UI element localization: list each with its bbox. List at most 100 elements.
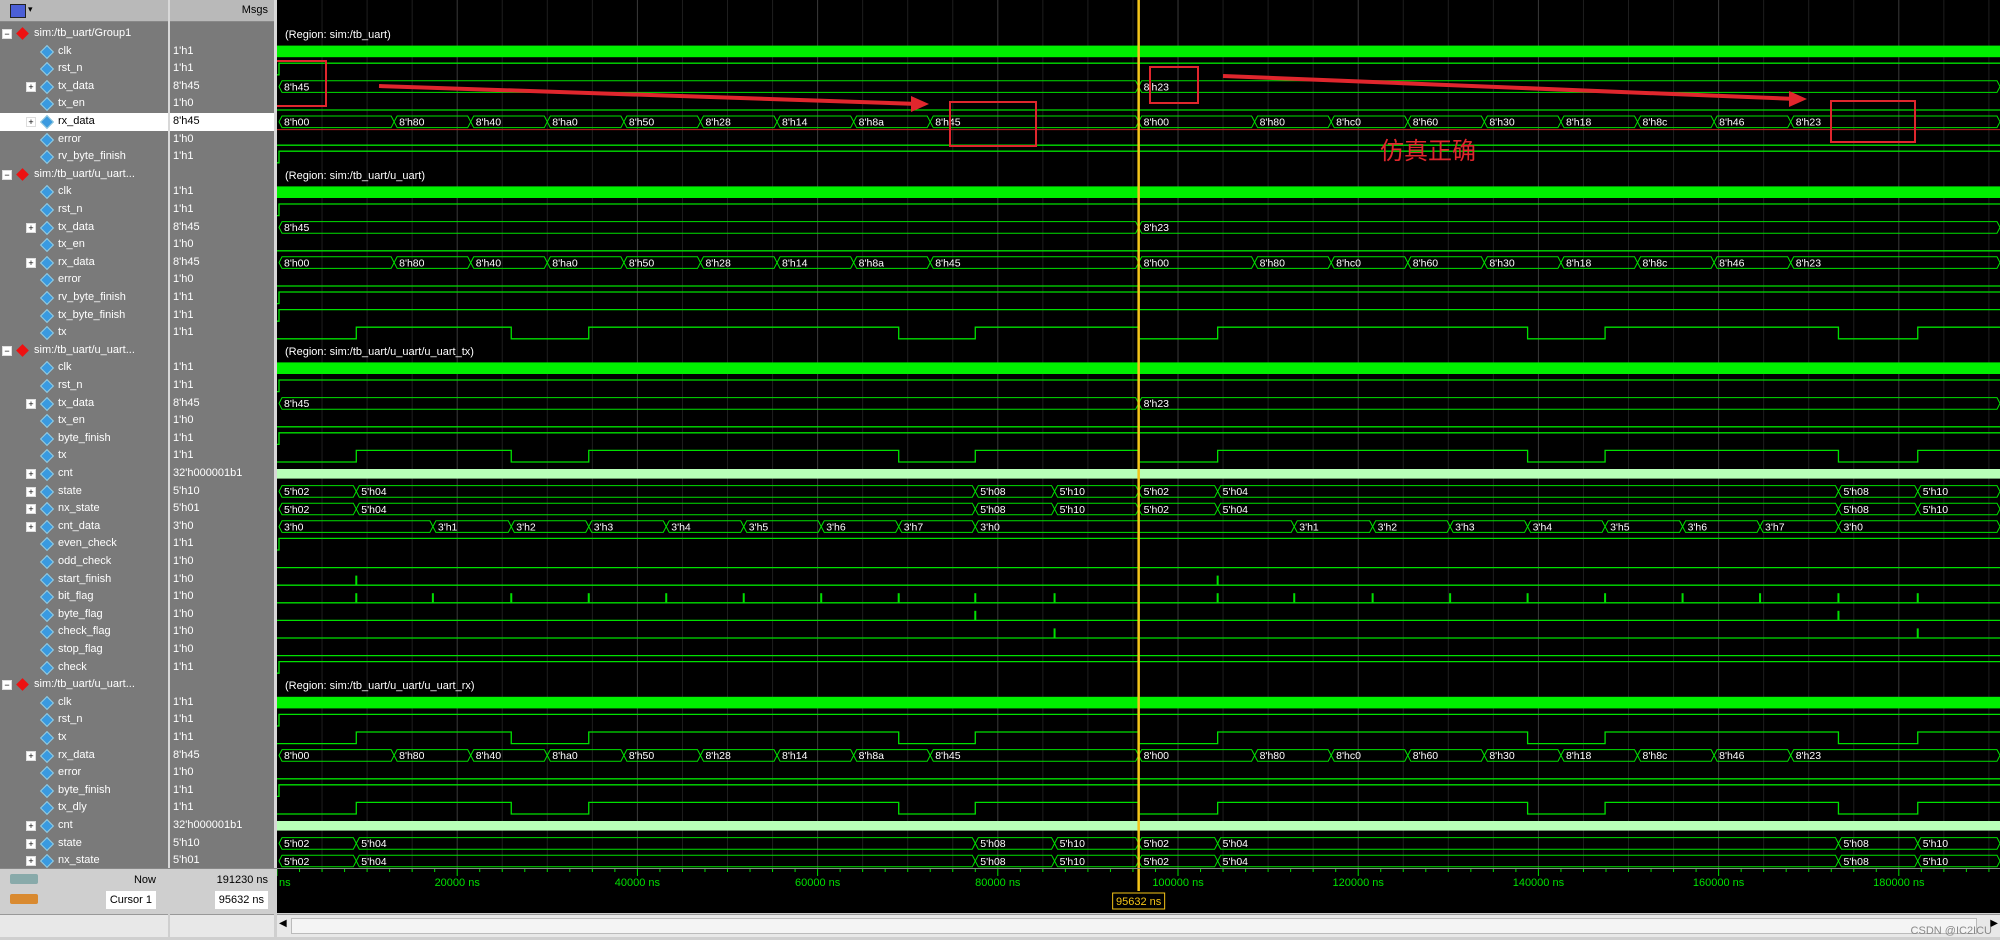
expand-icon[interactable]: + bbox=[26, 750, 36, 761]
signal-row[interactable]: odd_check bbox=[0, 553, 168, 571]
signal-row[interactable]: byte_finish bbox=[0, 430, 168, 448]
mid-scrollbar[interactable] bbox=[170, 914, 274, 937]
bus-value-label: 3'h0 bbox=[980, 521, 1000, 533]
signal-name-label: tx_byte_finish bbox=[58, 308, 126, 321]
signal-row[interactable]: + cnt_data bbox=[0, 518, 168, 536]
signal-row[interactable]: + rx_data bbox=[0, 747, 168, 765]
expand-icon[interactable]: + bbox=[26, 81, 36, 92]
expand-icon[interactable]: + bbox=[26, 469, 36, 479]
signal-row[interactable]: check bbox=[0, 659, 168, 677]
signal-row[interactable]: tx_en bbox=[0, 95, 168, 113]
expand-icon[interactable]: + bbox=[26, 486, 36, 497]
collapse-icon[interactable]: − bbox=[2, 29, 12, 39]
signal-name-label: tx bbox=[58, 449, 67, 462]
signal-row[interactable]: error bbox=[0, 764, 168, 782]
signal-row[interactable]: + tx_data bbox=[0, 78, 168, 96]
signal-name-label: cnt bbox=[58, 467, 73, 479]
signal-row[interactable]: clk bbox=[0, 183, 168, 201]
signal-name-label: check_flag bbox=[58, 625, 111, 638]
signal-row[interactable]: + tx_data bbox=[0, 219, 168, 237]
signal-row[interactable]: error bbox=[0, 271, 168, 289]
chevron-down-icon[interactable]: ▾ bbox=[28, 4, 33, 15]
signal-row[interactable]: + rx_data bbox=[0, 113, 168, 131]
signal-name-label: byte_finish bbox=[58, 783, 111, 796]
signal-row[interactable]: rst_n bbox=[0, 711, 168, 729]
signal-row[interactable]: stop_flag bbox=[0, 641, 168, 659]
bus-value-label: 5'h04 bbox=[361, 856, 387, 868]
timeline-ruler[interactable]: ns 20000 ns 40000 ns 60000 ns 80000 ns 100000… bbox=[276, 869, 2000, 913]
signal-icon bbox=[39, 132, 55, 147]
signal-row[interactable]: tx_en bbox=[0, 412, 168, 430]
bus-value-label: 8'h45 bbox=[935, 257, 961, 269]
expand-icon[interactable]: + bbox=[26, 838, 36, 849]
signal-group[interactable]: − sim:/tb_uart/u_uart... bbox=[0, 342, 168, 360]
bus-value-label: 8'h00 bbox=[1144, 117, 1170, 129]
signal-row[interactable]: tx_dly bbox=[0, 799, 168, 817]
waveform-pane[interactable]: 8'h45 8'h23 8'h00 8'h80 8'h40 8'ha0 8'h50 8'h28… bbox=[277, 0, 2000, 868]
bus-value-label: 5'h02 bbox=[284, 856, 310, 868]
signal-row[interactable]: clk bbox=[0, 694, 168, 712]
collapse-icon[interactable]: − bbox=[2, 169, 12, 180]
signal-icon bbox=[39, 660, 55, 675]
region-label: (Region: sim:/tb_uart/u_uart) bbox=[285, 170, 425, 182]
signal-row[interactable]: + nx_state bbox=[0, 852, 168, 868]
expand-icon[interactable]: + bbox=[26, 222, 36, 233]
signal-name-label: byte_flag bbox=[58, 607, 103, 620]
signal-row[interactable]: error bbox=[0, 131, 168, 149]
scroll-left-icon[interactable]: ◀ bbox=[279, 918, 287, 929]
expand-icon[interactable]: + bbox=[26, 504, 36, 515]
collapse-icon[interactable]: − bbox=[2, 680, 12, 691]
signal-row[interactable]: tx bbox=[0, 447, 168, 465]
signal-row[interactable]: + state bbox=[0, 483, 168, 501]
signal-row[interactable]: + rx_data bbox=[0, 254, 168, 272]
scroll-thumb[interactable] bbox=[291, 918, 1977, 934]
signal-icon bbox=[39, 308, 55, 323]
signal-row[interactable]: + cnt bbox=[0, 817, 168, 835]
signal-row[interactable]: + state bbox=[0, 835, 168, 853]
signal-row[interactable]: rst_n bbox=[0, 60, 168, 78]
signal-name-label: clk bbox=[58, 695, 72, 708]
signal-row[interactable]: even_check bbox=[0, 535, 168, 553]
cursor-lock-icon[interactable] bbox=[10, 894, 38, 904]
signal-row[interactable]: byte_flag bbox=[0, 606, 168, 624]
signal-row[interactable]: + tx_data bbox=[0, 395, 168, 413]
signal-row[interactable]: clk bbox=[0, 359, 168, 377]
signal-row[interactable]: + cnt bbox=[0, 465, 168, 483]
expand-icon[interactable]: + bbox=[26, 856, 36, 867]
signal-icon bbox=[39, 255, 55, 270]
signal-row[interactable]: tx bbox=[0, 324, 168, 342]
collapse-icon[interactable]: − bbox=[2, 345, 12, 356]
signal-value: 1'h1 bbox=[173, 44, 194, 57]
signal-icon bbox=[39, 79, 55, 94]
left-scrollbar[interactable] bbox=[0, 914, 168, 937]
bus-value-label: 3'h2 bbox=[516, 521, 536, 533]
expand-icon[interactable]: + bbox=[26, 257, 36, 268]
bus-value-label: 3'h5 bbox=[1610, 521, 1630, 533]
expand-icon[interactable]: + bbox=[26, 398, 36, 409]
signal-row[interactable]: tx_en bbox=[0, 236, 168, 254]
signal-group[interactable]: − sim:/tb_uart/u_uart... bbox=[0, 676, 168, 694]
signal-row[interactable]: rv_byte_finish bbox=[0, 148, 168, 166]
signal-row[interactable]: byte_finish bbox=[0, 782, 168, 800]
signal-row[interactable]: check_flag bbox=[0, 623, 168, 641]
signal-row[interactable]: rst_n bbox=[0, 377, 168, 395]
signal-row[interactable]: bit_flag bbox=[0, 588, 168, 606]
cursor-label[interactable]: Cursor 1 bbox=[105, 891, 156, 909]
signal-row[interactable]: tx bbox=[0, 729, 168, 747]
expand-icon[interactable]: + bbox=[26, 521, 36, 532]
signal-icon bbox=[39, 202, 55, 218]
wave-window-icon[interactable] bbox=[10, 4, 26, 18]
signal-group[interactable]: − sim:/tb_uart/u_uart... bbox=[0, 166, 168, 184]
signal-row[interactable]: rst_n bbox=[0, 201, 168, 219]
signal-row[interactable]: rv_byte_finish bbox=[0, 289, 168, 307]
signal-row[interactable]: + nx_state bbox=[0, 500, 168, 518]
expand-icon[interactable]: + bbox=[26, 821, 36, 831]
signal-group[interactable]: − sim:/tb_uart/Group1 bbox=[0, 25, 168, 43]
signal-row[interactable]: tx_byte_finish bbox=[0, 307, 168, 325]
horizontal-scrollbar[interactable]: ◀ ▶ bbox=[277, 914, 2000, 937]
signal-name-label: cnt_data bbox=[58, 519, 101, 532]
expand-icon[interactable]: + bbox=[26, 117, 36, 127]
signal-row[interactable]: start_finish bbox=[0, 571, 168, 589]
waveform-canvas[interactable]: 8'h45 8'h23 8'h00 8'h80 8'h40 8'ha0 8'h50 8'h28… bbox=[277, 0, 2000, 868]
signal-row[interactable]: clk bbox=[0, 43, 168, 61]
